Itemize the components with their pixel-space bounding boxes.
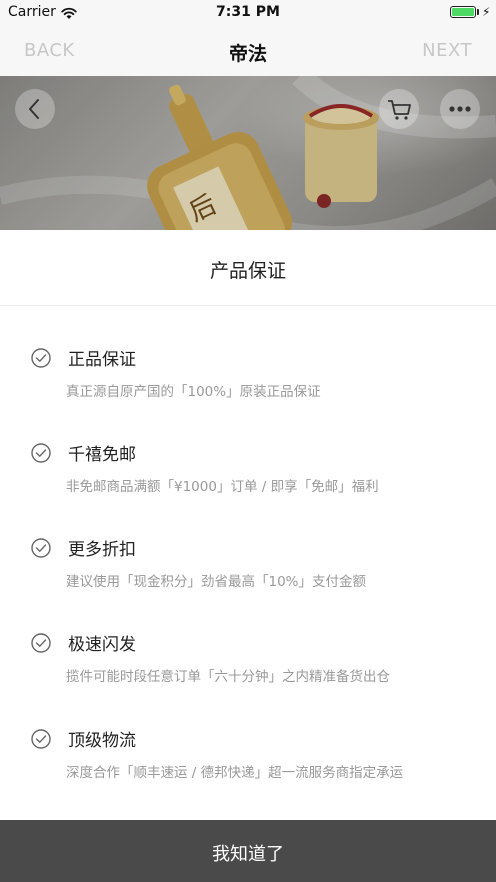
confirm-button-label: 我知道了	[212, 844, 284, 865]
banner-back-button[interactable]	[15, 89, 55, 129]
feature-description: 真正源自原产国的「100%」原装正品保证	[66, 384, 321, 400]
feature-title: 千禧免邮	[68, 445, 136, 465]
cart-button[interactable]	[379, 89, 419, 129]
battery-level	[452, 8, 474, 16]
chevron-left-icon	[29, 99, 39, 119]
navigation-bar: BACK 帝法 NEXT	[0, 28, 496, 76]
confirm-button[interactable]: 我知道了	[0, 820, 496, 882]
feature-item: 正品保证 真正源自原产国的「100%」原装正品保证	[0, 345, 496, 425]
status-time: 7:31 PM	[216, 4, 280, 20]
feature-title: 顶级物流	[68, 731, 136, 751]
feature-title: 极速闪发	[68, 635, 136, 655]
section-title: 产品保证	[209, 260, 286, 282]
check-circle-icon	[31, 348, 51, 368]
feature-item: 顶级物流 深度合作「顺丰速运 / 德邦快递」超一流服务商指定承运	[0, 726, 496, 806]
product-banner-image: 后	[0, 76, 496, 230]
check-circle-icon	[31, 633, 51, 653]
battery-cap	[477, 9, 479, 15]
feature-description: 深度合作「顺丰速运 / 德邦快递」超一流服务商指定承运	[66, 765, 404, 781]
cart-icon	[388, 100, 411, 120]
check-circle-icon	[31, 538, 51, 558]
more-button[interactable]	[440, 89, 480, 129]
feature-item: 更多折扣 建议使用「现金积分」劲省最高「10%」支付金额	[0, 535, 496, 615]
divider	[0, 305, 496, 306]
feature-item: 千禧免邮 非免邮商品满额「¥1000」订单 / 即享「免邮」福利	[0, 440, 496, 520]
feature-description: 揽件可能时段任意订单「六十分钟」之内精准备货出仓	[66, 669, 390, 685]
feature-title: 正品保证	[68, 350, 136, 370]
check-circle-icon	[31, 443, 51, 463]
charging-icon: ⚡	[482, 5, 491, 19]
feature-title: 更多折扣	[68, 540, 136, 560]
banner-overlay	[0, 76, 496, 230]
back-button[interactable]: BACK	[24, 40, 75, 61]
status-bar: Carrier 7:31 PM ⚡	[0, 0, 496, 28]
feature-item: 极速闪发 揽件可能时段任意订单「六十分钟」之内精准备货出仓	[0, 630, 496, 710]
more-icon	[449, 106, 471, 112]
check-circle-icon	[31, 729, 51, 749]
battery-icon	[450, 6, 476, 18]
next-button[interactable]: NEXT	[422, 40, 472, 61]
feature-description: 非免邮商品满额「¥1000」订单 / 即享「免邮」福利	[66, 479, 379, 495]
feature-description: 建议使用「现金积分」劲省最高「10%」支付金额	[66, 574, 367, 590]
